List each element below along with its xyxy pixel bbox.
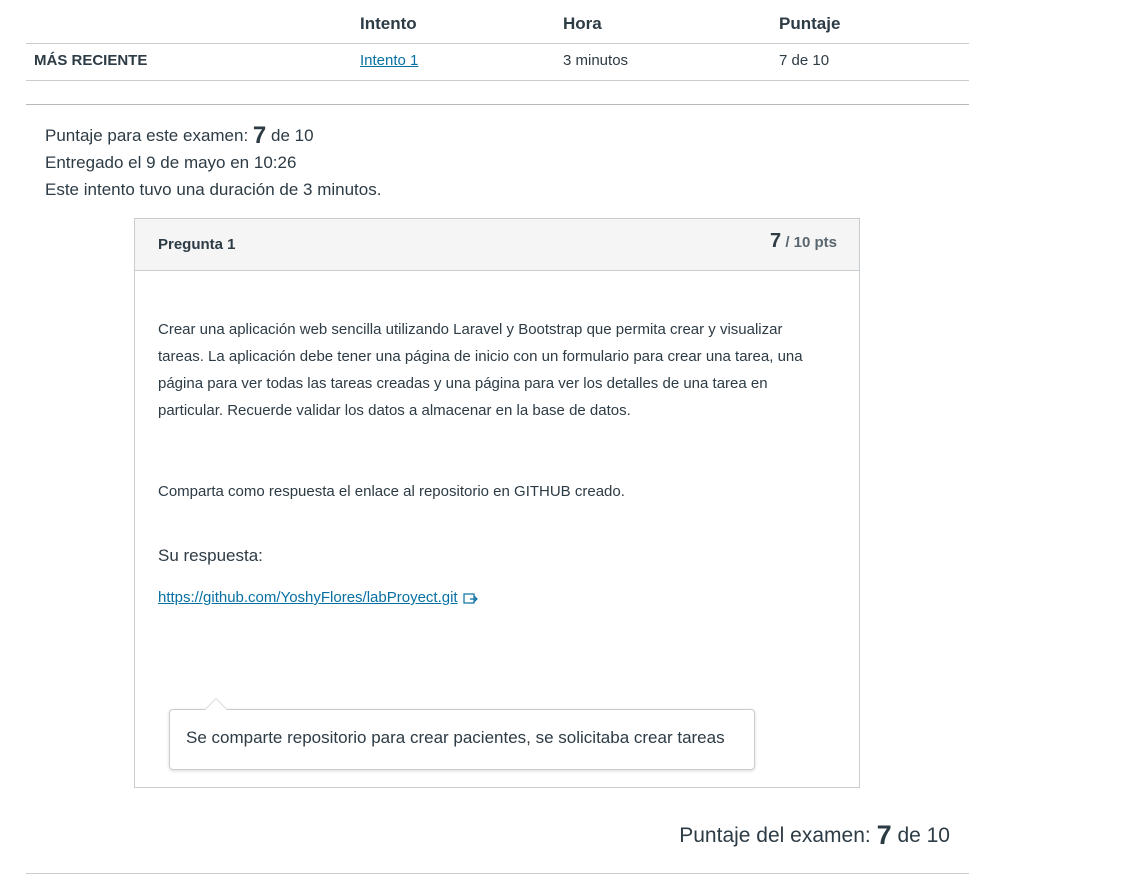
answer-label: Su respuesta: <box>158 546 263 565</box>
answer-link[interactable]: https://github.com/YoshyFlores/labProyec… <box>158 589 458 606</box>
section-divider <box>26 104 969 105</box>
grader-comment: Se comparte repositorio para crear pacie… <box>169 698 755 770</box>
quiz-score-summary: Puntaje para este examen: 7 de 10 <box>45 122 314 150</box>
column-header-puntaje: Puntaje <box>779 14 841 33</box>
quiz-score-suffix: de 10 <box>271 126 314 145</box>
quiz-score-prefix: Puntaje para este examen: <box>45 126 249 145</box>
answer-link-container: https://github.com/YoshyFlores/labProyec… <box>158 589 479 609</box>
question-card: Pregunta 1 7 / 10 pts Crear una aplicaci… <box>134 218 860 788</box>
final-score-prefix: Puntaje del examen: <box>679 824 871 847</box>
grader-comment-text: Se comparte repositorio para crear pacie… <box>186 728 725 747</box>
question-title: Pregunta 1 <box>158 236 236 253</box>
attempt-link[interactable]: Intento 1 <box>360 52 418 69</box>
question-text-line: particular. Recuerde validar los datos a… <box>158 402 631 419</box>
question-points-score: 7 <box>770 230 782 252</box>
bottom-divider <box>26 873 969 874</box>
table-row-divider <box>26 80 969 81</box>
external-link-icon[interactable] <box>463 592 479 609</box>
question-header: Pregunta 1 7 / 10 pts <box>135 219 859 271</box>
question-text: Crear una aplicación web sencilla utiliz… <box>158 316 828 424</box>
quiz-score-value: 7 <box>252 122 267 149</box>
table-header-divider <box>26 43 969 44</box>
final-score-value: 7 <box>876 820 892 850</box>
attempt-time: 3 minutos <box>563 52 629 69</box>
question-text-line: página para ver todas las tareas creadas… <box>158 375 768 392</box>
duration-info: Este intento tuvo una duración de 3 minu… <box>45 180 382 199</box>
final-exam-score: Puntaje del examen: 7 de 10 <box>679 820 950 851</box>
attempt-row-label: MÁS RECIENTE <box>34 52 148 69</box>
final-score-suffix: de 10 <box>897 824 950 847</box>
question-points-total: / 10 pts <box>785 234 837 251</box>
question-points: 7 / 10 pts <box>770 230 837 253</box>
submitted-info: Entregado el 9 de mayo en 10:26 <box>45 153 297 172</box>
attempt-score: 7 de 10 <box>779 52 830 69</box>
question-instruction: Comparta como respuesta el enlace al rep… <box>158 483 625 500</box>
column-header-intento: Intento <box>360 14 417 33</box>
column-header-hora: Hora <box>563 14 602 33</box>
question-text-line: tareas. La aplicación debe tener una pág… <box>158 348 803 365</box>
question-text-line: Crear una aplicación web sencilla utiliz… <box>158 321 783 338</box>
